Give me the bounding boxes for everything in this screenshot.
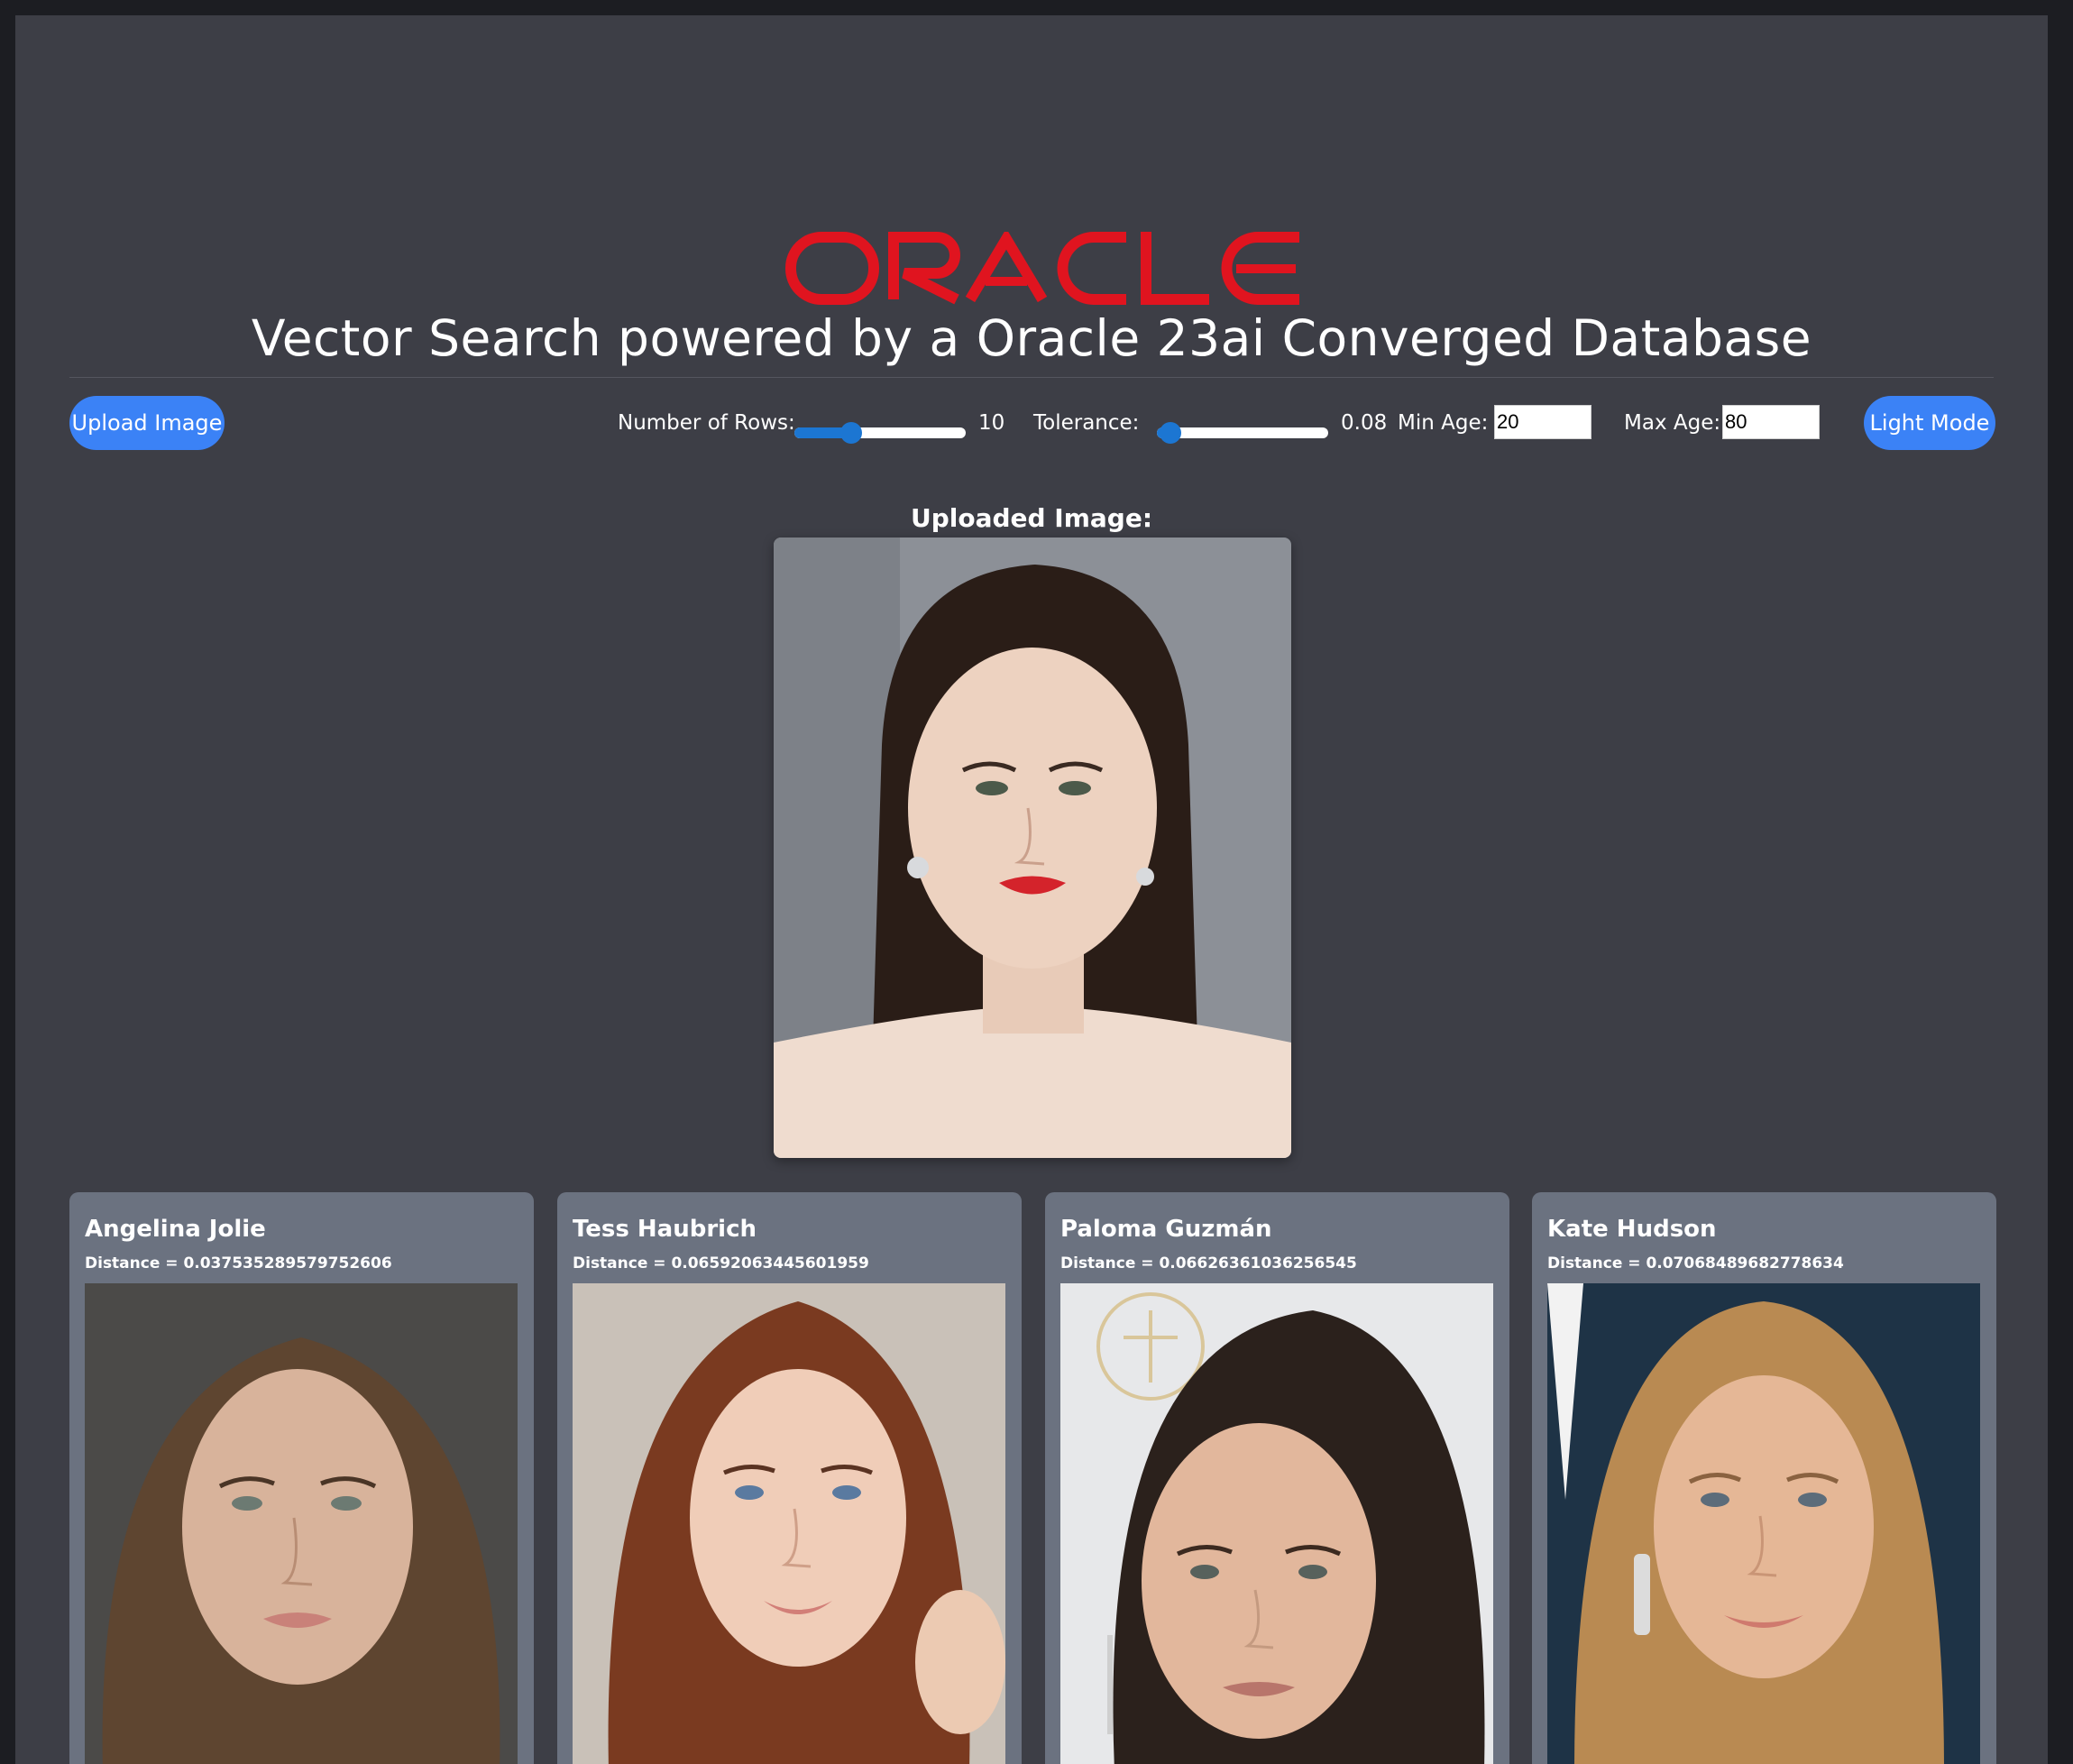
result-name: Tess Haubrich: [573, 1216, 757, 1243]
result-photo: [1060, 1283, 1493, 1764]
result-card[interactable]: Tess Haubrich Distance = 0.0659206344560…: [557, 1192, 1022, 1764]
uploaded-photo: [774, 537, 1291, 1158]
result-photo: [85, 1283, 518, 1764]
rows-slider[interactable]: [794, 422, 966, 444]
min-age-label: Min Age:: [1398, 411, 1489, 435]
upload-image-button[interactable]: Upload Image: [69, 396, 225, 450]
result-card[interactable]: Angelina Jolie Distance = 0.037535289579…: [69, 1192, 534, 1764]
result-photo: [1547, 1283, 1980, 1764]
uploaded-image-heading: Uploaded Image:: [910, 503, 1153, 533]
result-distance: Distance = 0.07068489682778634: [1547, 1254, 1844, 1272]
max-age-input[interactable]: [1722, 405, 1820, 439]
tolerance-slider-thumb[interactable]: [1160, 422, 1182, 444]
result-name: Paloma Guzmán: [1060, 1216, 1272, 1243]
result-card[interactable]: Kate Hudson Distance = 0.070684896827786…: [1532, 1192, 1996, 1764]
light-mode-button[interactable]: Light Mode: [1864, 396, 1995, 450]
result-name: Angelina Jolie: [85, 1216, 266, 1243]
tolerance-slider[interactable]: [1157, 422, 1328, 444]
result-distance: Distance = 0.037535289579752606: [85, 1254, 392, 1272]
result-card[interactable]: Paloma Guzmán Distance = 0.0662636103625…: [1045, 1192, 1509, 1764]
page-subtitle: Vector Search powered by a Oracle 23ai C…: [251, 309, 1812, 367]
min-age-input[interactable]: [1494, 405, 1591, 439]
rows-value: 10: [978, 411, 1005, 435]
tolerance-label: Tolerance:: [1033, 411, 1140, 435]
result-distance: Distance = 0.06592063445601959: [573, 1254, 869, 1272]
tolerance-value: 0.08: [1341, 411, 1388, 435]
oracle-logo: [785, 232, 1299, 305]
max-age-label: Max Age:: [1624, 411, 1721, 435]
rows-label: Number of Rows:: [618, 411, 795, 435]
header-divider: [69, 377, 1994, 378]
rows-slider-thumb[interactable]: [839, 422, 862, 444]
result-name: Kate Hudson: [1547, 1216, 1717, 1243]
result-distance: Distance = 0.06626361036256545: [1060, 1254, 1357, 1272]
result-photo: [573, 1283, 1005, 1764]
app-window: Vector Search powered by a Oracle 23ai C…: [15, 15, 2048, 1764]
